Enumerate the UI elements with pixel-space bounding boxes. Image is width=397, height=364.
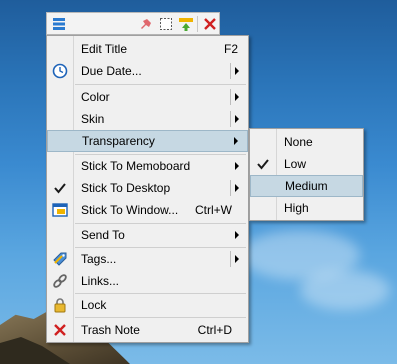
tag-icon <box>52 251 68 267</box>
menu-item-lock[interactable]: Lock <box>47 294 248 316</box>
menu-item-due-date[interactable]: Due Date... <box>47 60 248 82</box>
menu-item-label: Edit Title <box>81 42 128 56</box>
submenu-separator <box>230 89 231 105</box>
cloud <box>300 270 390 310</box>
menu-item-label: Stick To Desktop <box>81 181 171 195</box>
menu-item-stick-to-desktop[interactable]: Stick To Desktop <box>47 177 248 199</box>
menu-item-label: Stick To Window... <box>81 203 179 217</box>
chevron-right-icon <box>235 255 239 263</box>
submenu-item-label: Medium <box>285 179 328 193</box>
submenu-item-label: High <box>284 201 309 215</box>
submenu-item-none[interactable]: None <box>250 131 363 153</box>
submenu-separator <box>230 63 231 79</box>
menu-separator <box>75 84 246 85</box>
menu-icon[interactable] <box>50 15 68 33</box>
submenu-item-high[interactable]: High <box>250 197 363 219</box>
menu-item-shortcut: Ctrl+W <box>195 203 232 217</box>
chevron-right-icon <box>235 115 239 123</box>
submenu-separator <box>230 251 231 267</box>
chevron-right-icon <box>235 162 239 170</box>
trash-icon <box>52 322 68 338</box>
menu-item-label: Tags... <box>81 252 117 266</box>
transparency-submenu: None Low Medium High <box>249 128 364 221</box>
menu-item-color[interactable]: Color <box>47 86 248 108</box>
menu-item-label: Stick To Memoboard <box>81 159 191 173</box>
menu-item-label: Skin <box>81 112 105 126</box>
menu-item-skin[interactable]: Skin <box>47 108 248 130</box>
toolbar-separator <box>197 16 198 32</box>
submenu-item-low[interactable]: Low <box>250 153 363 175</box>
chevron-right-icon <box>235 67 239 75</box>
chevron-right-icon <box>234 137 238 145</box>
menu-item-label: Transparency <box>82 134 155 148</box>
chevron-right-icon <box>235 93 239 101</box>
menu-separator <box>75 317 246 318</box>
menu-item-label: Links... <box>81 274 120 288</box>
menu-item-transparency[interactable]: Transparency <box>47 130 248 152</box>
submenu-item-label: Low <box>284 157 307 171</box>
menu-item-send-to[interactable]: Send To <box>47 224 248 246</box>
check-icon <box>255 156 271 172</box>
menu-item-label: Trash Note <box>81 323 140 337</box>
clock-icon <box>52 63 68 79</box>
menu-item-label: Due Date... <box>81 64 142 78</box>
menu-item-links[interactable]: Links... <box>47 270 248 292</box>
menu-item-shortcut: F2 <box>223 42 238 56</box>
chevron-right-icon <box>235 231 239 239</box>
stick-icon[interactable] <box>177 15 195 33</box>
chevron-right-icon <box>235 184 239 192</box>
pin-icon[interactable] <box>137 15 155 33</box>
submenu-separator <box>230 111 231 127</box>
menu-item-trash-note[interactable]: Trash Note Ctrl+D <box>47 319 248 341</box>
check-icon <box>52 180 68 196</box>
link-icon <box>52 273 68 289</box>
menu-item-label: Send To <box>81 228 125 242</box>
menu-item-tags[interactable]: Tags... <box>47 248 248 270</box>
window-icon <box>52 202 68 218</box>
menu-item-shortcut: Ctrl+D <box>197 323 232 337</box>
menu-item-edit-title[interactable]: Edit Title F2 <box>47 38 248 60</box>
menu-item-stick-to-memoboard[interactable]: Stick To Memoboard <box>47 155 248 177</box>
lock-icon <box>52 297 68 313</box>
note-icon[interactable] <box>157 15 175 33</box>
submenu-item-medium[interactable]: Medium <box>250 175 363 197</box>
menu-item-label: Lock <box>81 298 107 312</box>
menu-item-stick-to-window[interactable]: Stick To Window... Ctrl+W <box>47 199 248 221</box>
menu-item-label: Color <box>81 90 110 104</box>
submenu-item-label: None <box>284 135 313 149</box>
close-icon[interactable] <box>201 15 219 33</box>
submenu-separator <box>230 180 231 196</box>
context-menu: Edit Title F2 Due Date... Color Skin Tra… <box>46 35 249 343</box>
note-toolbar <box>46 12 220 35</box>
